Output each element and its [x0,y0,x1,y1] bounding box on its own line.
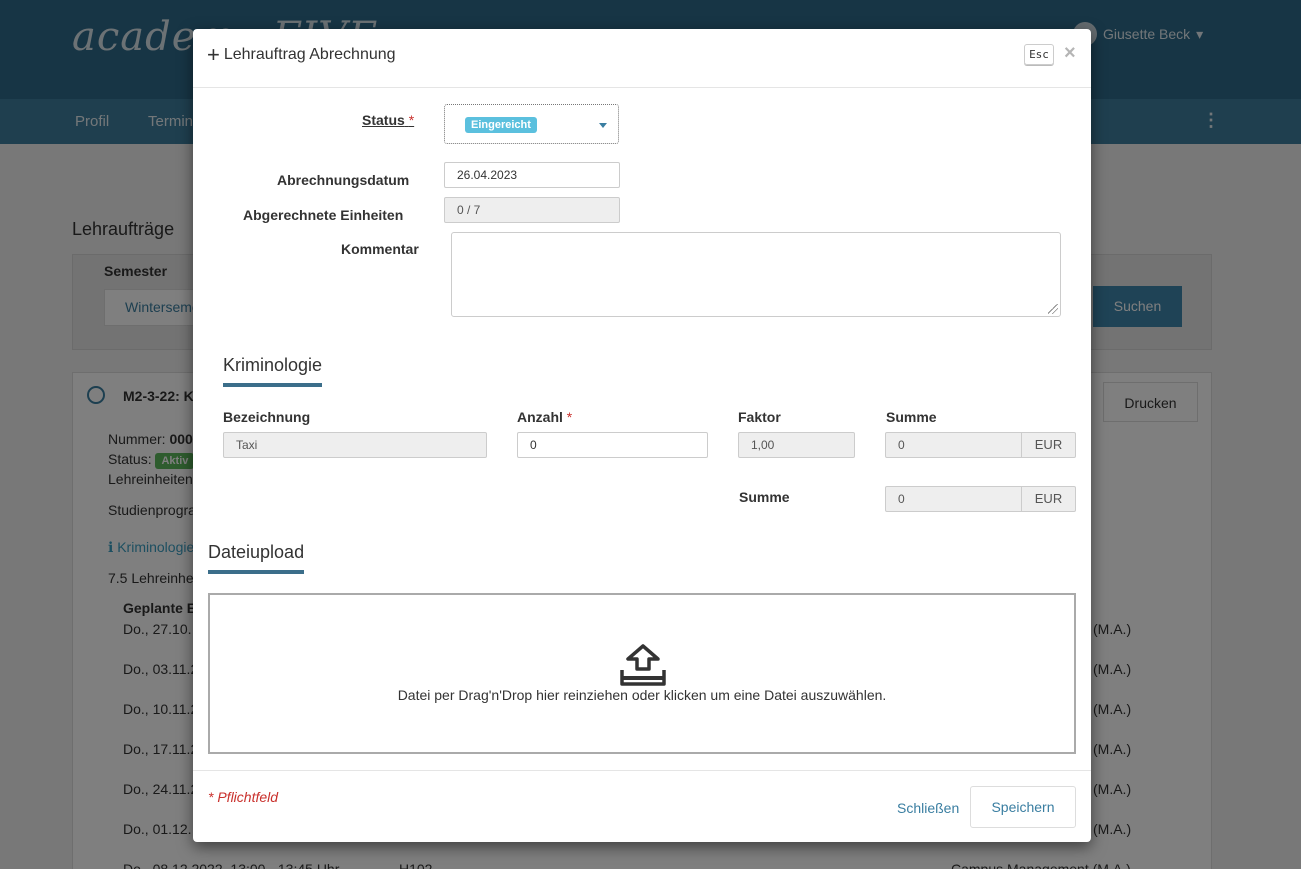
modal-header: + Lehrauftrag Abrechnung Esc × [193,29,1091,88]
billing-modal: + Lehrauftrag Abrechnung Esc × Status * … [193,29,1091,842]
designation-header: Bezeichnung [223,409,311,425]
caret-down-icon [599,123,607,128]
factor-header: Faktor [738,409,781,425]
status-label: Status * [362,112,415,128]
quantity-input[interactable]: 0 [517,432,708,458]
close-button[interactable]: Schließen [897,800,959,816]
modal-footer: * Pflichtfeld Schließen Speichern [193,770,1091,842]
plus-icon: + [207,42,220,67]
section-title-upload: Dateiupload [208,542,305,562]
total-sum-field: 0 [885,486,1022,512]
section-title-kriminologie: Kriminologie [223,355,323,375]
billing-date-input[interactable]: 26.04.2023 [444,162,620,188]
resize-handle-icon[interactable] [1048,304,1058,314]
total-currency-addon: EUR [1022,486,1076,512]
status-select[interactable]: Eingereicht [444,104,619,144]
close-icon[interactable]: × [1064,42,1076,65]
modal-title-text: Lehrauftrag Abrechnung [223,46,396,63]
required-note: * Pflichtfeld [208,789,279,805]
comment-textarea[interactable] [451,232,1061,317]
billing-date-label: Abrechnungsdatum [277,172,410,188]
upload-icon [620,644,666,686]
billed-units-field: 0 / 7 [444,197,620,223]
esc-key-hint[interactable]: Esc [1024,44,1054,65]
sum-header: Summe [886,409,937,425]
dropzone-text: Datei per Drag'n'Drop hier reinziehen od… [397,687,887,703]
section-underline [208,570,304,574]
comment-label: Kommentar [341,241,419,257]
billed-units-label: Abgerechnete Einheiten [243,207,404,223]
quantity-header: Anzahl * [517,409,573,425]
sum-field: 0 [885,432,1022,458]
status-badge: Eingereicht [465,117,537,133]
currency-addon: EUR [1022,432,1076,458]
designation-field: Taxi [223,432,487,458]
save-button[interactable]: Speichern [970,786,1076,828]
file-dropzone[interactable]: Datei per Drag'n'Drop hier reinziehen od… [208,593,1076,754]
modal-title: + Lehrauftrag Abrechnung [207,42,396,67]
factor-field: 1,00 [738,432,855,458]
section-underline [223,383,322,387]
total-label: Summe [739,489,790,505]
